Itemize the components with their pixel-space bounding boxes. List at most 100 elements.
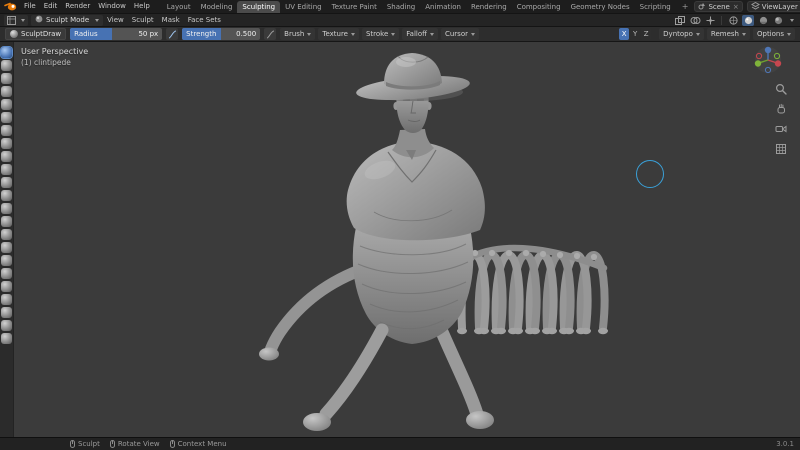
sculpt-tool-snake-hook[interactable] [1,268,12,279]
workspace-tab[interactable]: Modeling [196,1,238,14]
dropdown-caret-icon [470,32,475,36]
tool-settings-dropdown[interactable]: Cursor [440,28,479,40]
menu-item[interactable]: Help [130,2,154,10]
workspace-tab[interactable]: Shading [382,1,420,14]
sculpt-mode-icon [35,15,43,25]
radius-label: Radius [74,30,98,38]
mouse-button-icon [109,440,115,448]
workspace-tab[interactable]: Layout [162,1,196,14]
active-object-label: (1) clintipede [21,58,71,67]
sculpt-tool-pose[interactable] [1,294,12,305]
sculpt-tool-clay[interactable] [1,73,12,84]
dropdown-caret-icon [429,32,434,36]
sculpt-tool-slide-relax[interactable] [1,333,12,344]
workspace-tab[interactable]: Geometry Nodes [566,1,635,14]
sculpt-panel-dropdown[interactable]: Options [752,28,795,40]
strength-pressure-icon[interactable] [264,28,277,40]
sculpt-tool-draw[interactable] [1,47,12,58]
symmetry-toggle[interactable]: Z [641,28,652,40]
sculpt-tool-clay-thumb[interactable] [1,99,12,110]
menu-item[interactable]: Edit [40,2,62,10]
dropdown-caret-icon [741,32,746,36]
workspace-tab[interactable]: Texture Paint [327,1,382,14]
workspace-tab[interactable]: UV Editing [280,1,327,14]
shading-dropdown-caret-icon[interactable] [790,18,794,22]
editor-type-button[interactable] [4,14,28,26]
statusbar: Sculpt Rotate View Context Menu 3.0.1 [0,437,800,450]
sculpt-tool-grab[interactable] [1,242,12,253]
workspace-tab[interactable]: Scripting [635,1,676,14]
sculpt-tool-pinch[interactable] [1,229,12,240]
sculpt-tool-rotate[interactable] [1,320,12,331]
workspace-tab[interactable]: Rendering [466,1,512,14]
menu-item[interactable]: Render [61,2,94,10]
sculpt-panel-dropdown[interactable]: Remesh [706,28,750,40]
viewport-shading-rendered-icon[interactable] [772,15,784,26]
main-area: User Perspective (1) clintipede [0,42,800,437]
scene-unlink-icon[interactable]: × [733,3,739,11]
active-brush-chip[interactable]: SculptDraw [5,28,67,40]
show-overlays-icon[interactable] [689,15,701,26]
viewport-menu-item[interactable]: View [103,16,128,24]
sculpt-tool-smooth[interactable] [1,164,12,175]
add-workspace-button[interactable]: + [680,0,691,13]
sculpt-panel-dropdown[interactable]: Dyntopo [659,28,704,40]
tool-settings-dropdown[interactable]: Brush [280,28,316,40]
viewport-3d[interactable]: User Perspective (1) clintipede [14,42,800,437]
header-separator [721,15,722,25]
symmetry-toggle[interactable]: X [619,28,630,40]
sculpt-tool-blob[interactable] [1,138,12,149]
view-perspective-label: User Perspective [21,47,89,56]
workspace-tab[interactable]: Sculpting [237,0,281,13]
viewport-menu-item[interactable]: Sculpt [128,16,158,24]
sculpt-tool-thumb[interactable] [1,281,12,292]
navigation-gizmo[interactable] [754,46,782,74]
zoom-view-icon[interactable] [774,82,788,96]
viewport-shading-solid-icon[interactable] [742,14,754,26]
sculpt-tool-scrape[interactable] [1,203,12,214]
show-gizmos-icon[interactable] [704,15,716,26]
view-layer-selector[interactable]: ViewLayer × [746,1,800,12]
menu-item[interactable]: Window [94,2,130,10]
sculpt-tool-nudge[interactable] [1,307,12,318]
viewport-menu-item[interactable]: Mask [158,16,184,24]
tool-settings-dropdown[interactable]: Falloff [402,28,438,40]
sculpt-tool-crease[interactable] [1,151,12,162]
viewport-overlay-text: User Perspective (1) clintipede [21,46,88,68]
radius-pressure-icon[interactable] [166,28,179,40]
viewport-menu-item[interactable]: Face Sets [184,16,225,24]
main-menus: File Edit Render Window Help [20,0,154,13]
move-view-icon[interactable] [774,102,788,116]
tool-settings-dropdown[interactable]: Texture [318,28,359,40]
sculpt-tool-draw-sharp[interactable] [1,60,12,71]
sculpt-tool-clay-strips[interactable] [1,86,12,97]
brush-setting-dropdowns: Brush Texture Stroke Falloff Cursor [280,28,479,40]
menu-item[interactable]: File [20,2,40,10]
scene-selector[interactable]: Scene × [694,1,743,12]
status-hint: Context Menu [169,440,227,448]
perspective-toggle-icon[interactable] [774,142,788,156]
mouse-button-icon [70,440,75,448]
strength-slider[interactable]: Strength 0.500 [182,28,261,40]
sculpt-tool-inflate[interactable] [1,125,12,136]
status-hint: Sculpt [70,440,100,448]
tool-settings-dropdown[interactable]: Stroke [361,28,400,40]
sculpt-tool-multiplane-scrape[interactable] [1,216,12,227]
workspace-tab[interactable]: Animation [420,1,466,14]
toggle-xray-icon[interactable] [674,15,686,26]
viewport-shading-wireframe-icon[interactable] [727,15,739,26]
brush-cursor [636,160,664,188]
sculpt-tool-fill[interactable] [1,190,12,201]
blender-logo-icon[interactable] [4,2,17,11]
strength-value: 0.500 [236,30,257,38]
sculpt-tool-layer[interactable] [1,112,12,123]
symmetry-toggle[interactable]: Y [630,28,641,40]
symmetry-toggles: XYZ [619,28,652,40]
camera-view-icon[interactable] [774,122,788,136]
sculpt-tool-elastic-deform[interactable] [1,255,12,266]
mode-selector[interactable]: Sculpt Mode [31,14,104,26]
radius-slider[interactable]: Radius 50 px [70,28,163,40]
sculpt-tool-flatten[interactable] [1,177,12,188]
workspace-tab[interactable]: Compositing [512,1,566,14]
viewport-shading-material-icon[interactable] [757,15,769,26]
